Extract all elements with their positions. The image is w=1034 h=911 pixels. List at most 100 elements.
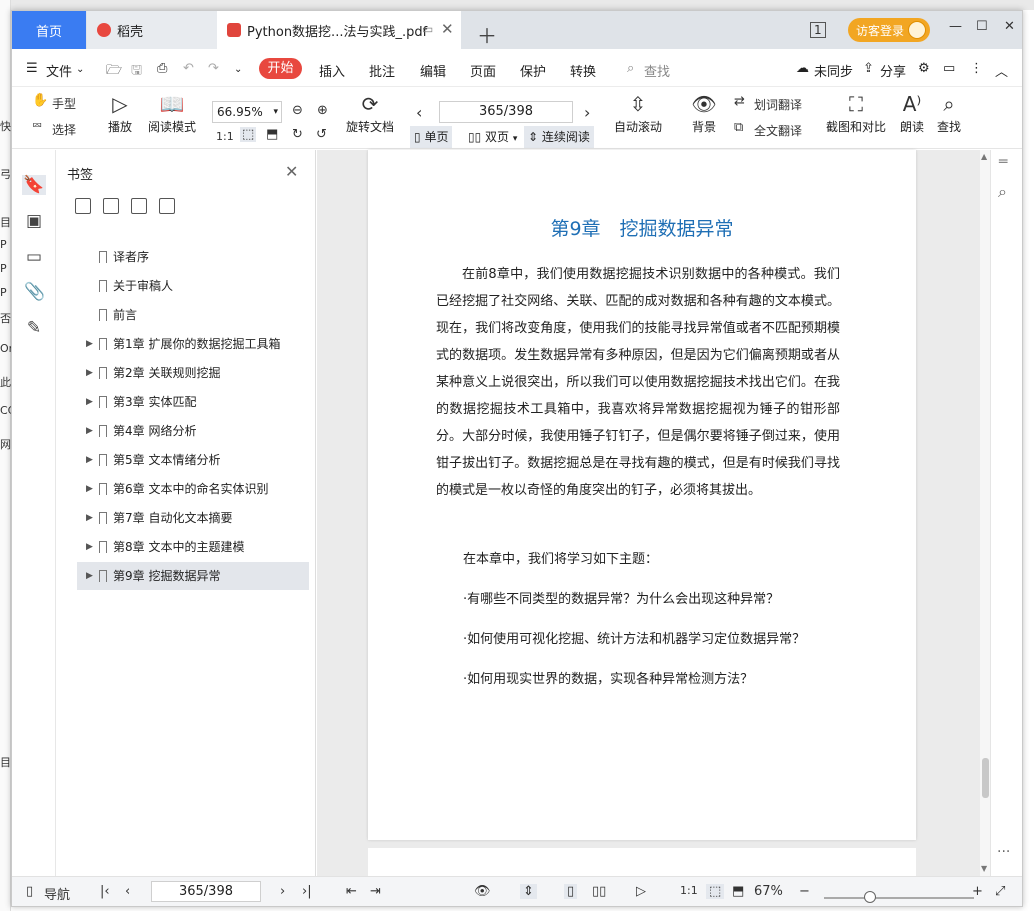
menu-start[interactable]: 开始 xyxy=(259,58,302,79)
navigation-button[interactable]: 导航 xyxy=(44,884,70,903)
zoom-select[interactable]: 66.95% ▾ xyxy=(212,101,282,123)
expand-arrow-icon[interactable]: ▶ xyxy=(86,330,93,358)
reading-mode-button[interactable]: 📖 阅读模式 xyxy=(145,93,199,135)
rotate-document-button[interactable]: ⟳ 旋转文档 xyxy=(343,93,397,135)
fit-width-icon[interactable]: ⬒ xyxy=(732,884,744,899)
more-options-icon[interactable]: ⋮ xyxy=(970,61,983,76)
hand-tool-button[interactable]: 手型 xyxy=(52,95,76,112)
expand-arrow-icon[interactable]: ▶ xyxy=(86,388,93,416)
zoom-level[interactable]: 67% xyxy=(754,884,783,899)
single-page-view-icon[interactable]: ▯ xyxy=(564,884,578,899)
menu-insert[interactable]: 插入 xyxy=(319,61,345,80)
next-page-icon[interactable]: › xyxy=(280,884,285,899)
full-translate-icon[interactable]: ⧉ xyxy=(734,120,743,135)
document-view[interactable]: 第9章 挖掘数据异常 在前8章中，我们使用数据挖掘技术识别数据中的各种模式。我们… xyxy=(317,150,980,888)
collapse-all-icon[interactable] xyxy=(103,198,119,214)
word-translate-button[interactable]: 划词翻译 xyxy=(754,96,802,113)
actual-size-icon[interactable]: 1:1 xyxy=(216,130,234,143)
bookmark-item[interactable]: ▶ 第5章 文本情绪分析 xyxy=(77,446,309,474)
menu-lines-icon[interactable]: ═ xyxy=(999,154,1007,170)
redo-icon[interactable]: ↷ xyxy=(208,61,219,76)
zoom-in-icon[interactable]: ⊕ xyxy=(317,103,328,118)
cloud-sync-icon[interactable]: ☁ xyxy=(796,61,809,76)
bookmark-item[interactable]: 前言 xyxy=(77,301,309,329)
quick-access-dropdown-icon[interactable]: ⌄ xyxy=(234,64,242,75)
menu-page[interactable]: 页面 xyxy=(470,61,496,80)
forward-icon[interactable]: ⇥ xyxy=(370,884,381,899)
more-icon[interactable]: ··· xyxy=(997,844,1010,860)
chevron-down-icon[interactable]: ⌄ xyxy=(76,64,84,75)
search-box[interactable]: 查找 xyxy=(644,61,670,80)
navigation-icon[interactable]: ▯ xyxy=(26,884,33,899)
expand-arrow-icon[interactable]: ▶ xyxy=(86,475,93,503)
bookmark-item[interactable]: ▶ 第4章 网络分析 xyxy=(77,417,309,445)
share-button[interactable]: 分享 xyxy=(880,61,906,80)
signature-icon[interactable]: ✎ xyxy=(24,318,44,338)
fullscreen-icon[interactable]: ⤢ xyxy=(995,884,1005,899)
menu-annotate[interactable]: 批注 xyxy=(369,61,395,80)
fit-width-icon[interactable]: ⬒ xyxy=(266,127,278,142)
full-translate-button[interactable]: 全文翻译 xyxy=(754,122,802,139)
sync-status[interactable]: 未同步 xyxy=(814,61,853,80)
bookmark-item[interactable]: ▶ 第6章 文本中的命名实体识别 xyxy=(77,475,309,503)
play-icon[interactable]: ▷ xyxy=(636,884,646,899)
window-count-icon[interactable]: 1 xyxy=(810,22,826,38)
menu-convert[interactable]: 转换 xyxy=(570,61,596,80)
hand-tool-icon[interactable]: ✋ xyxy=(32,93,48,108)
tab-daoke[interactable]: 稻壳 xyxy=(87,11,217,49)
screenshot-compare-button[interactable]: ⛶ 截图和对比 xyxy=(824,93,888,135)
auto-scroll-button[interactable]: ⇳ 自动滚动 xyxy=(608,93,668,135)
bookmark-item[interactable]: 译者序 xyxy=(77,243,309,271)
expand-arrow-icon[interactable]: ▶ xyxy=(86,504,93,532)
bookmark-item[interactable]: ▶ 第1章 扩展你的数据挖掘工具箱 xyxy=(77,330,309,358)
search-text-icon[interactable]: ⌕ xyxy=(998,182,1007,202)
back-icon[interactable]: ⇤ xyxy=(346,884,357,899)
expand-arrow-icon[interactable]: ▶ xyxy=(86,417,93,445)
continuous-reading-button[interactable]: ⇕ 连续阅读 xyxy=(524,126,594,148)
zoom-slider-handle[interactable] xyxy=(864,891,876,903)
bookmark-item[interactable]: ▶ 第8章 文本中的主题建模 xyxy=(77,533,309,561)
guest-login-button[interactable]: 访客登录 xyxy=(848,18,930,42)
tab-pdf-document[interactable]: Python数据挖...法与实践_.pdf ▭ ✕ xyxy=(217,11,461,49)
close-panel-icon[interactable]: ✕ xyxy=(285,162,298,181)
attachment-icon[interactable]: 📎 xyxy=(24,282,45,302)
add-bookmark-icon[interactable] xyxy=(131,198,147,214)
open-folder-icon[interactable]: 🗁 xyxy=(106,61,122,83)
word-translate-icon[interactable]: ⇄ xyxy=(734,94,745,109)
delete-bookmark-icon[interactable] xyxy=(159,198,175,214)
fit-page-icon[interactable]: ⬚ xyxy=(706,884,725,899)
single-page-button[interactable]: ▯ 单页 xyxy=(410,126,453,148)
continuous-view-icon[interactable]: ⇕ xyxy=(520,884,537,899)
bookmark-item[interactable]: 关于审稿人 xyxy=(77,272,309,300)
expand-arrow-icon[interactable]: ▶ xyxy=(86,533,93,561)
fit-page-icon[interactable]: ⬚ xyxy=(240,127,257,142)
bookmark-item[interactable]: ▶ 第9章 挖掘数据异常 xyxy=(77,562,309,590)
scroll-down-icon[interactable]: ▼ xyxy=(981,864,987,873)
select-tool-button[interactable]: 选择 xyxy=(52,121,76,138)
thumbnail-icon[interactable]: ▣ xyxy=(24,211,44,231)
bookmark-item[interactable]: ▶ 第2章 关联规则挖掘 xyxy=(77,359,309,387)
play-button[interactable]: ▷ 播放 xyxy=(104,93,136,135)
maximize-icon[interactable]: ☐ xyxy=(976,19,988,34)
double-page-view-icon[interactable]: ▯▯ xyxy=(592,884,606,899)
comment-icon[interactable]: ▭ xyxy=(943,61,955,76)
zoom-slider[interactable] xyxy=(824,897,974,899)
vertical-scrollbar[interactable]: ▲ ▼ xyxy=(980,150,990,876)
close-window-icon[interactable]: ✕ xyxy=(1004,19,1015,34)
find-button[interactable]: ⌕ 查找 xyxy=(934,93,964,135)
zoom-out-icon[interactable]: − xyxy=(799,884,810,899)
settings-gear-icon[interactable]: ⚙ xyxy=(918,61,930,76)
previous-page-icon[interactable]: ‹ xyxy=(416,103,422,122)
search-icon[interactable]: ⌕ xyxy=(627,61,634,76)
tab-home[interactable]: 首页 xyxy=(12,11,86,49)
comment-panel-icon[interactable]: ▭ xyxy=(24,247,44,267)
expand-all-icon[interactable] xyxy=(75,198,91,214)
print-icon[interactable]: ⎙ xyxy=(157,61,167,76)
rotate-right-icon[interactable]: ↻ xyxy=(292,127,303,142)
next-page-icon[interactable]: › xyxy=(584,103,590,122)
bookmark-item[interactable]: ▶ 第3章 实体匹配 xyxy=(77,388,309,416)
last-page-icon[interactable]: ›| xyxy=(302,884,312,899)
close-tab-icon[interactable]: ✕ xyxy=(441,20,454,38)
collapse-ribbon-icon[interactable]: ︿ xyxy=(995,61,1008,80)
double-page-button[interactable]: ▯▯ 双页 ▾ xyxy=(464,126,521,148)
